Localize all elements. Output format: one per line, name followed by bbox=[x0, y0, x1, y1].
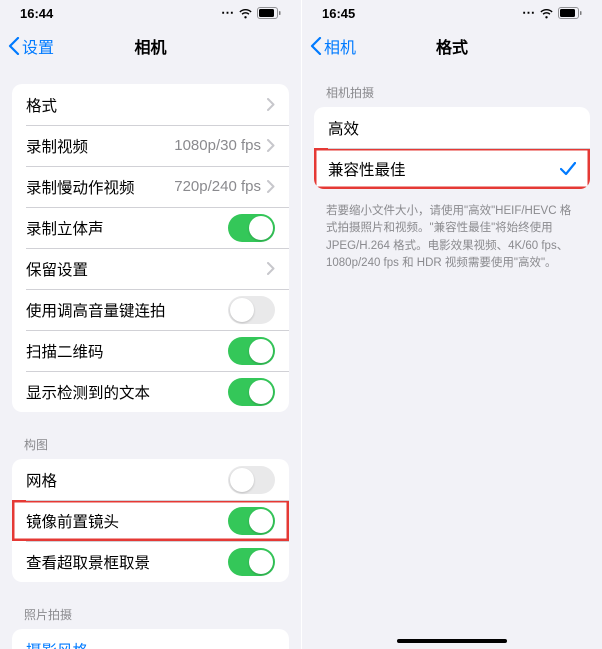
status-bar: 16:45 ⋯ bbox=[302, 0, 602, 26]
label: 保留设置 bbox=[26, 258, 267, 280]
content: 相机拍摄 高效 兼容性最佳 若要缩小文件大小，请使用"高效"HEIF/HEVC … bbox=[302, 66, 602, 649]
nav-bar: 设置 相机 bbox=[0, 26, 301, 66]
row-grid[interactable]: 网格 bbox=[12, 459, 289, 500]
row-stereo[interactable]: 录制立体声 bbox=[12, 207, 289, 248]
status-icons: ⋯ bbox=[522, 5, 582, 21]
label: 录制立体声 bbox=[26, 217, 228, 239]
battery-icon bbox=[257, 7, 281, 19]
check-icon bbox=[560, 162, 576, 176]
chevron-right-icon bbox=[267, 139, 275, 152]
group-photo: 摄影风格 bbox=[12, 629, 289, 649]
back-button[interactable]: 设置 bbox=[8, 34, 54, 58]
camera-settings-screen: 16:44 ⋯ 设置 相机 格式 录制视频 1080p/30 fps bbox=[0, 0, 301, 649]
wifi-icon bbox=[238, 8, 253, 19]
switch-volume-burst[interactable] bbox=[228, 296, 275, 324]
back-label: 设置 bbox=[22, 34, 54, 58]
chevron-left-icon bbox=[8, 37, 20, 55]
back-button[interactable]: 相机 bbox=[310, 34, 356, 58]
row-volume-burst[interactable]: 使用调高音量键连拍 bbox=[12, 289, 289, 330]
group-capture: 高效 兼容性最佳 bbox=[314, 107, 590, 189]
section-composition: 构图 bbox=[0, 436, 301, 459]
group-camera: 格式 录制视频 1080p/30 fps 录制慢动作视频 720p/240 fp… bbox=[12, 84, 289, 412]
row-mirror-front[interactable]: 镜像前置镜头 bbox=[12, 500, 289, 541]
row-scan-qr[interactable]: 扫描二维码 bbox=[12, 330, 289, 371]
wifi-icon bbox=[539, 8, 554, 19]
section-photo: 照片拍摄 bbox=[0, 606, 301, 629]
switch-stereo[interactable] bbox=[228, 214, 275, 242]
row-formats[interactable]: 格式 bbox=[12, 84, 289, 125]
label: 扫描二维码 bbox=[26, 340, 228, 362]
row-photo-styles[interactable]: 摄影风格 bbox=[12, 629, 289, 649]
chevron-left-icon bbox=[310, 37, 322, 55]
row-detected-text[interactable]: 显示检测到的文本 bbox=[12, 371, 289, 412]
status-time: 16:44 bbox=[20, 6, 53, 21]
switch-detected-text[interactable] bbox=[228, 378, 275, 406]
label: 显示检测到的文本 bbox=[26, 381, 228, 403]
switch-scan-qr[interactable] bbox=[228, 337, 275, 365]
home-indicator bbox=[397, 639, 507, 643]
chevron-right-icon bbox=[267, 180, 275, 193]
more-icon: ⋯ bbox=[522, 5, 535, 21]
battery-icon bbox=[558, 7, 582, 19]
label: 兼容性最佳 bbox=[328, 158, 560, 180]
content: 格式 录制视频 1080p/30 fps 录制慢动作视频 720p/240 fp… bbox=[0, 66, 301, 649]
label: 使用调高音量键连拍 bbox=[26, 299, 228, 321]
detail: 720p/240 fps bbox=[174, 178, 261, 195]
label: 高效 bbox=[328, 117, 576, 139]
row-efficient[interactable]: 高效 bbox=[314, 107, 590, 148]
formats-screen: 16:45 ⋯ 相机 格式 相机拍摄 高效 兼容性最佳 若要缩小文件大小，请使用… bbox=[301, 0, 602, 649]
row-view-outside[interactable]: 查看超取景框取景 bbox=[12, 541, 289, 582]
label: 查看超取景框取景 bbox=[26, 551, 228, 573]
more-icon: ⋯ bbox=[221, 5, 234, 21]
label: 摄影风格 bbox=[26, 639, 275, 649]
row-compatible[interactable]: 兼容性最佳 bbox=[314, 148, 590, 189]
row-record-slomo[interactable]: 录制慢动作视频 720p/240 fps bbox=[12, 166, 289, 207]
back-label: 相机 bbox=[324, 34, 356, 58]
label: 格式 bbox=[26, 94, 267, 116]
label: 镜像前置镜头 bbox=[26, 510, 228, 532]
row-record-video[interactable]: 录制视频 1080p/30 fps bbox=[12, 125, 289, 166]
footer-formats: 若要缩小文件大小，请使用"高效"HEIF/HEVC 格式拍摄照片和视频。"兼容性… bbox=[302, 203, 602, 272]
nav-bar: 相机 格式 bbox=[302, 26, 602, 66]
label: 录制慢动作视频 bbox=[26, 176, 174, 198]
chevron-right-icon bbox=[267, 98, 275, 111]
row-preserve[interactable]: 保留设置 bbox=[12, 248, 289, 289]
detail: 1080p/30 fps bbox=[174, 137, 261, 154]
status-bar: 16:44 ⋯ bbox=[0, 0, 301, 26]
status-icons: ⋯ bbox=[221, 5, 281, 21]
switch-grid[interactable] bbox=[228, 466, 275, 494]
label: 录制视频 bbox=[26, 135, 174, 157]
section-capture: 相机拍摄 bbox=[302, 84, 602, 107]
label: 网格 bbox=[26, 469, 228, 491]
switch-mirror-front[interactable] bbox=[228, 507, 275, 535]
chevron-right-icon bbox=[267, 262, 275, 275]
group-composition: 网格 镜像前置镜头 查看超取景框取景 bbox=[12, 459, 289, 582]
status-time: 16:45 bbox=[322, 6, 355, 21]
switch-view-outside[interactable] bbox=[228, 548, 275, 576]
